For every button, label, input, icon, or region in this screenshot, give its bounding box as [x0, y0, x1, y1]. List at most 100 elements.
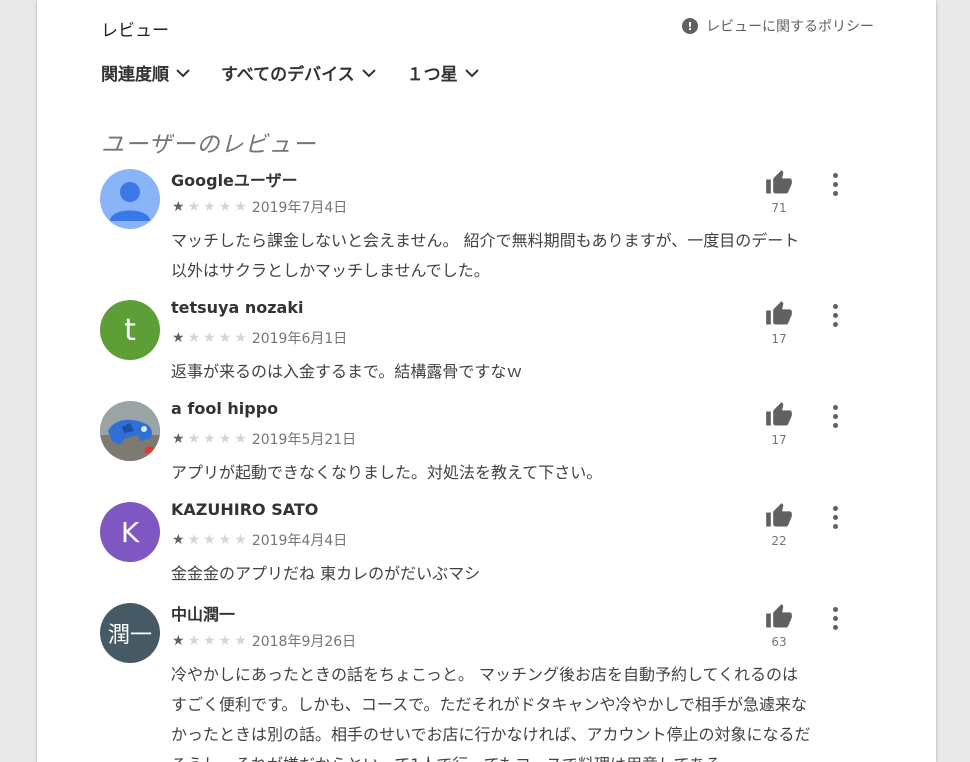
review-text: 返事が来るのは入金するまで。結構露骨ですなｗ: [171, 357, 871, 387]
avatar-letter: t: [124, 312, 136, 348]
review-author: 中山潤一: [171, 605, 236, 624]
user-reviews-heading: ユーザーのレビュー: [101, 132, 317, 158]
star-icon: ★: [187, 431, 201, 447]
review-text: アプリが起動できなくなりました。対処法を教えて下さい。: [171, 458, 871, 488]
thumbs-up-icon: [766, 604, 792, 628]
review-text: マッチしたら課金しないと会えません。 紹介で無料期間もありますが、一度目のデート…: [171, 226, 871, 286]
star-icon: ★: [234, 330, 247, 346]
star-icon: ★: [234, 532, 247, 548]
review-text-line: 以外はサクラとしかマッチしませんでした。: [171, 261, 490, 280]
review-date: 2019年4月4日: [251, 533, 348, 549]
review-text-line: マッチしたら課金しないと会えません。 紹介で無料期間もありますが、一度目のデート: [171, 231, 800, 250]
more-options-icon[interactable]: [830, 405, 840, 428]
star-icon: ★: [203, 633, 216, 649]
device-dropdown[interactable]: すべてのデバイス: [221, 60, 377, 85]
star-rating: ★ ★ ★ ★ ★: [172, 634, 247, 648]
avatar[interactable]: [100, 401, 160, 461]
device-dropdown-label: すべてのデバイス: [221, 65, 355, 85]
star-rating: ★ ★ ★ ★ ★: [172, 533, 247, 547]
review-meta: ★ ★ ★ ★ ★ 2019年7月4日: [172, 197, 347, 217]
star-icon: ★: [218, 199, 232, 215]
star-icon: ★: [234, 431, 247, 447]
helpful-button[interactable]: 63: [763, 603, 795, 649]
avatar[interactable]: t: [100, 300, 160, 360]
star-icon: ★: [187, 330, 201, 346]
review-date: 2019年7月4日: [251, 200, 348, 216]
info-icon: !: [682, 18, 698, 34]
more-options-icon[interactable]: [830, 173, 840, 196]
review-author: a fool hippo: [171, 399, 279, 418]
star-icon: ★: [172, 431, 185, 447]
review-text-line: 冷やかしにあったときの話をちょこっと。 マッチング後お店を自動予約してくれるのは: [171, 665, 799, 684]
review-meta: ★ ★ ★ ★ ★ 2019年4月4日: [172, 530, 347, 550]
helpful-button[interactable]: 17: [763, 401, 795, 447]
review-author: Googleユーザー: [171, 171, 298, 190]
thumbs-up-icon: [766, 170, 792, 194]
review-text-line: アプリが起動できなくなりました。対処法を教えて下さい。: [171, 463, 603, 482]
star-icon: ★: [203, 431, 216, 447]
helpful-count: 17: [771, 433, 787, 447]
star-icon: ★: [187, 199, 201, 215]
star-icon: ★: [172, 532, 185, 548]
section-title: レビュー: [101, 21, 169, 41]
default-user-icon: [110, 182, 150, 221]
review-author: tetsuya nozaki: [171, 298, 304, 317]
chevron-down-icon: [361, 65, 377, 81]
review-item: 潤一 中山潤一 ★ ★ ★ ★ ★ 2018年9月26日 冷やかしにあったときの…: [100, 603, 900, 762]
review-text: 金金金のアプリだね 東カレのがだいぶマシ: [171, 559, 871, 589]
filter-bar: 関連度順 すべてのデバイス １つ星: [101, 60, 510, 85]
helpful-button[interactable]: 71: [763, 169, 795, 215]
star-icon: ★: [234, 199, 247, 215]
star-icon: ★: [218, 330, 232, 346]
reviews-card: レビュー ! レビューに関するポリシー 関連度順 すべてのデバイス １つ星 ユー…: [37, 0, 936, 762]
more-options-icon[interactable]: [830, 304, 840, 327]
star-icon: ★: [203, 532, 216, 548]
sort-dropdown[interactable]: 関連度順: [101, 60, 191, 85]
star-icon: ★: [172, 330, 185, 346]
helpful-count: 22: [771, 534, 787, 548]
star-icon: ★: [218, 532, 232, 548]
review-author: KAZUHIRO SATO: [171, 500, 319, 519]
avatar-letter: 潤一: [107, 623, 152, 648]
review-policy-link[interactable]: ! レビューに関するポリシー: [682, 16, 874, 36]
star-icon: ★: [203, 199, 216, 215]
review-meta: ★ ★ ★ ★ ★ 2019年5月21日: [172, 429, 356, 449]
review-meta: ★ ★ ★ ★ ★ 2019年6月1日: [172, 328, 347, 348]
avatar[interactable]: K: [100, 502, 160, 562]
review-date: 2019年6月1日: [251, 331, 348, 347]
avatar[interactable]: 潤一: [100, 603, 160, 663]
avatar[interactable]: [100, 169, 160, 229]
star-icon: ★: [187, 633, 201, 649]
review-item: K KAZUHIRO SATO ★ ★ ★ ★ ★ 2019年4月4日 金金金の…: [100, 500, 900, 592]
sort-dropdown-label: 関連度順: [101, 65, 169, 85]
rating-dropdown-label: １つ星: [406, 65, 458, 85]
review-text-line: 返事が来るのは入金するまで。結構露骨ですなｗ: [171, 362, 523, 381]
review-meta: ★ ★ ★ ★ ★ 2018年9月26日: [172, 631, 356, 651]
star-icon: ★: [172, 633, 185, 649]
star-icon: ★: [187, 532, 201, 548]
review-text-line: すごく便利です。しかも、コースで。ただそれがドタキャンや冷やかしで相手が急遽来な: [171, 695, 808, 714]
helpful-count: 71: [771, 201, 787, 215]
review-text-line: かったときは別の話。相手のせいでお店に行かなければ、アカウント停止の対象になるだ: [171, 725, 811, 744]
review-date: 2018年9月26日: [251, 634, 357, 650]
helpful-button[interactable]: 22: [763, 502, 795, 548]
star-rating: ★ ★ ★ ★ ★: [172, 432, 247, 446]
review-item: a fool hippo ★ ★ ★ ★ ★ 2019年5月21日 アプリが起動…: [100, 399, 900, 491]
star-icon: ★: [234, 633, 247, 649]
more-options-icon[interactable]: [830, 607, 840, 630]
star-rating: ★ ★ ★ ★ ★: [172, 331, 247, 345]
review-date: 2019年5月21日: [251, 432, 357, 448]
rating-dropdown[interactable]: １つ星: [407, 60, 480, 85]
helpful-count: 63: [771, 635, 787, 649]
photo-avatar: [100, 401, 160, 461]
star-icon: ★: [218, 431, 232, 447]
review-item: Googleユーザー ★ ★ ★ ★ ★ 2019年7月4日 マッチしたら課金し…: [100, 169, 900, 289]
review-text-line: 金金金のアプリだね 東カレのがだいぶマシ: [171, 564, 481, 583]
star-icon: ★: [218, 633, 232, 649]
review-policy-label: レビューに関するポリシー: [706, 19, 874, 35]
more-options-icon[interactable]: [830, 506, 840, 529]
star-icon: ★: [203, 330, 216, 346]
review-text: 冷やかしにあったときの話をちょこっと。 マッチング後お店を自動予約してくれるのは…: [171, 660, 871, 762]
helpful-button[interactable]: 17: [763, 300, 795, 346]
chevron-down-icon: [464, 65, 480, 81]
